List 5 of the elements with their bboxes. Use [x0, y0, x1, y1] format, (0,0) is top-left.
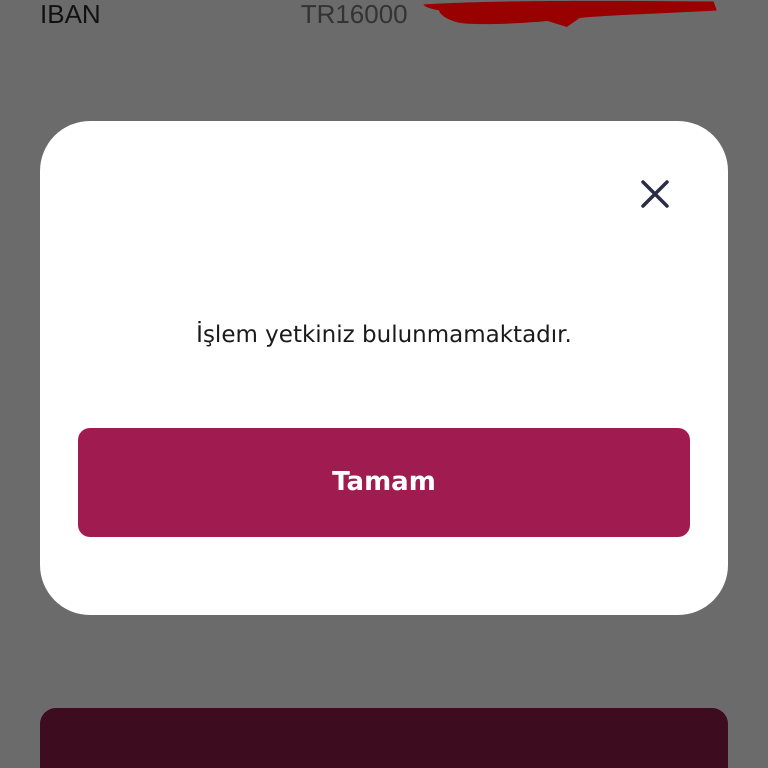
- close-icon[interactable]: [640, 178, 670, 209]
- ok-button[interactable]: Tamam: [78, 428, 690, 537]
- iban-value: TR16000: [300, 0, 408, 30]
- dialog-message: İşlem yetkiniz bulunmamaktadır.: [196, 322, 572, 348]
- iban-label: IBAN: [40, 0, 101, 30]
